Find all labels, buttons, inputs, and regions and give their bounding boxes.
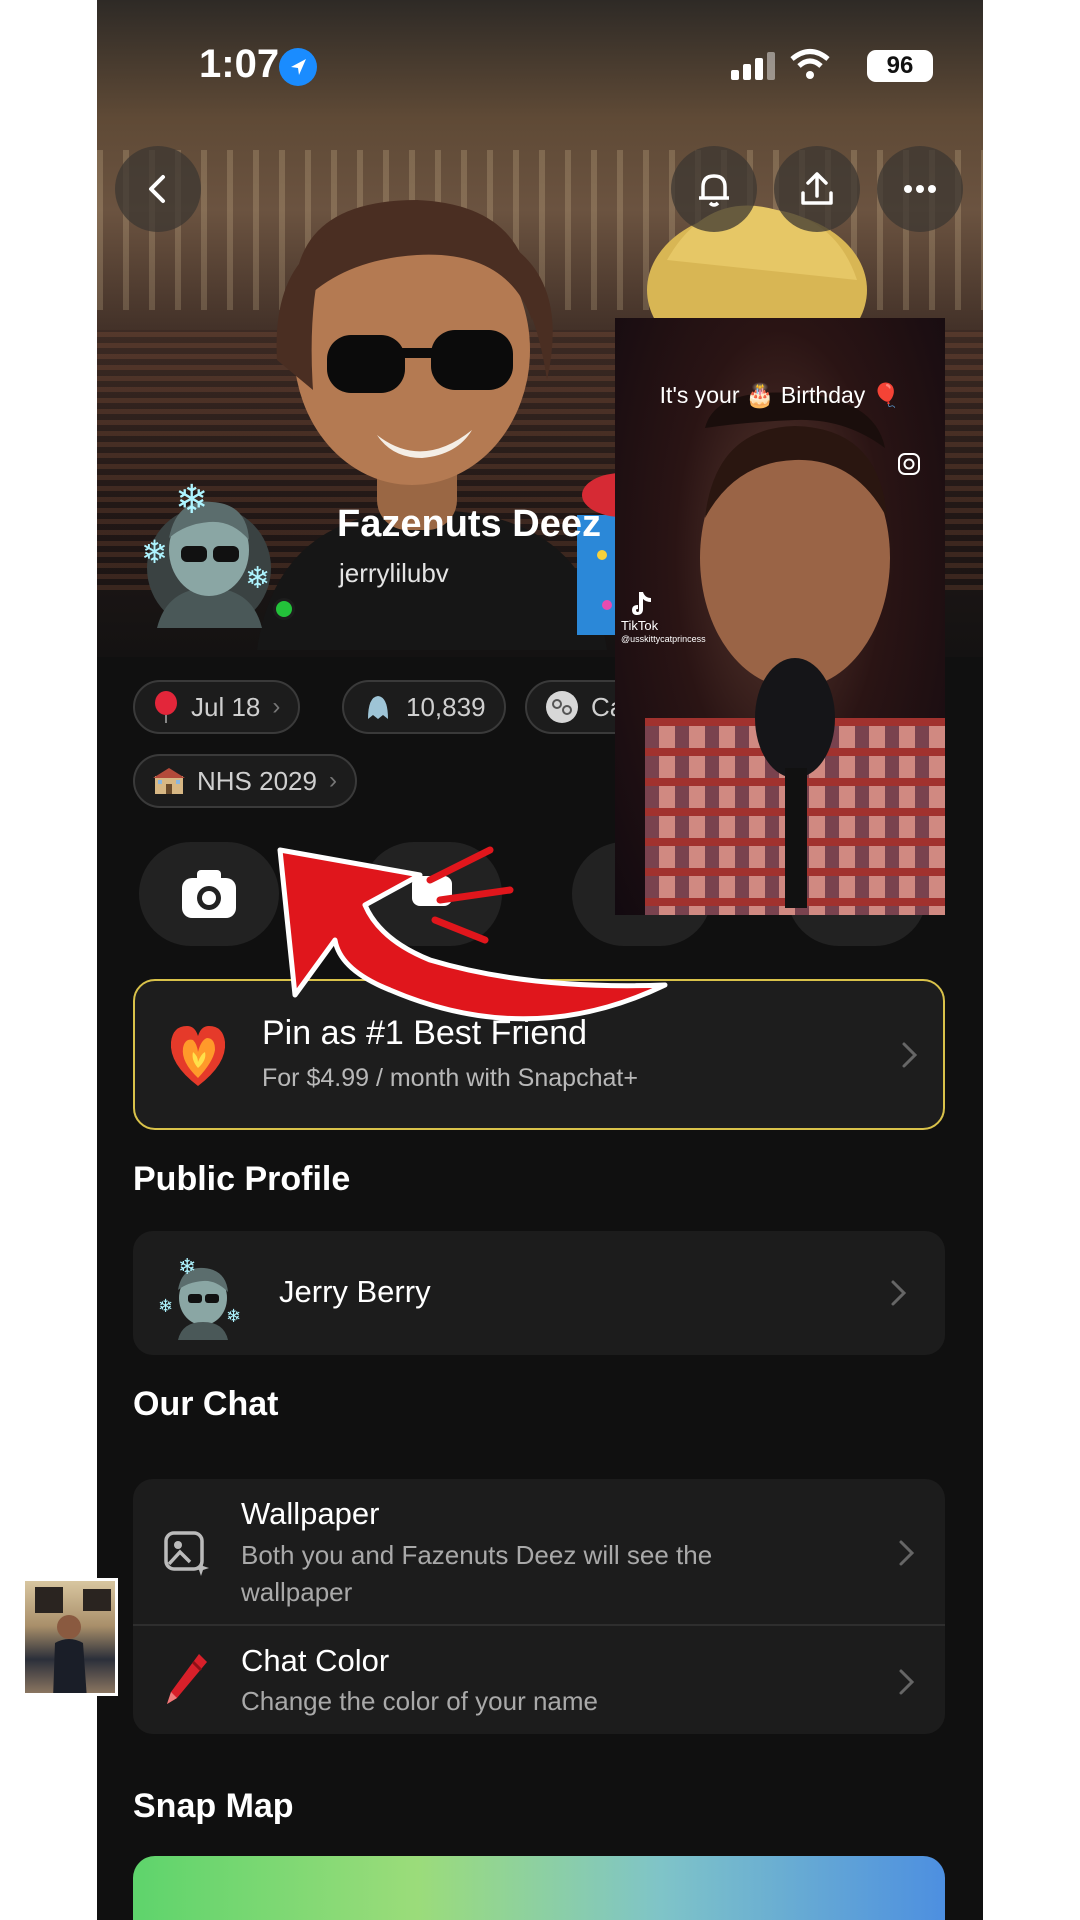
- snap-map-preview[interactable]: [133, 1856, 945, 1920]
- front-camera-person-image: [35, 1587, 111, 1693]
- tiktok-caption: It's your 🎂 Birthday 🎈: [659, 382, 901, 408]
- public-profile-heading: Public Profile: [133, 1160, 351, 1198]
- more-options-button[interactable]: [877, 146, 963, 232]
- red-arrow-annotation: [277, 846, 668, 1022]
- chevron-left-icon: [149, 175, 165, 203]
- snap-score-label: 10,839: [406, 691, 486, 722]
- chevron-right-icon: [899, 1540, 915, 1566]
- profile-username: jerrylilubv: [339, 558, 449, 588]
- school-chip-label: NHS 2029: [197, 765, 317, 796]
- cellular-signal-icon: [731, 52, 775, 80]
- ghost-score-icon: [368, 696, 388, 719]
- svg-text:❄: ❄: [178, 1255, 196, 1280]
- tiktok-video-overlay: It's your 🎂 Birthday 🎈 TikTok @usskittyc…: [615, 318, 945, 915]
- school-chip[interactable]: NHS 2029 ›: [133, 754, 357, 808]
- our-chat-heading: Our Chat: [133, 1385, 279, 1423]
- svg-text:❄: ❄: [245, 561, 270, 596]
- bell-icon: [699, 174, 729, 207]
- chevron-right-icon: [891, 1280, 907, 1306]
- wallpaper-title: Wallpaper: [241, 1496, 380, 1531]
- birthday-chip-label: Jul 18: [191, 691, 261, 722]
- back-button[interactable]: [115, 146, 201, 232]
- svg-text:❄: ❄: [226, 1306, 241, 1327]
- camera-icon: [182, 870, 236, 918]
- chevron-right-icon: [902, 1042, 918, 1068]
- share-button[interactable]: [774, 146, 860, 232]
- snap-map-heading: Snap Map: [133, 1787, 294, 1825]
- svg-text:❄: ❄: [158, 1296, 173, 1317]
- tiktok-logo-icon: [632, 592, 651, 615]
- public-profile-name: Jerry Berry: [279, 1274, 431, 1309]
- svg-text:❄: ❄: [175, 477, 209, 523]
- ellipsis-icon: [904, 185, 936, 193]
- front-camera-preview: [22, 1578, 118, 1696]
- online-status-indicator: [273, 598, 295, 620]
- status-time: 1:07: [199, 42, 280, 86]
- chat-color-title: Chat Color: [241, 1643, 390, 1678]
- wallpaper-image-icon: [164, 1531, 209, 1576]
- school-building-icon: [153, 768, 185, 794]
- chevron-right-icon: [899, 1669, 915, 1695]
- crayon-icon: [167, 1654, 207, 1704]
- tiktok-brand: TikTok: [621, 618, 659, 633]
- instagram-icon: [898, 453, 920, 475]
- profile-display-name: Fazenuts Deez: [337, 503, 601, 545]
- chevron-right-icon: ›: [328, 767, 337, 794]
- tiktok-handle: @usskittycatprincess: [621, 634, 706, 644]
- battery-indicator: 96: [867, 50, 933, 82]
- wifi-icon: [790, 49, 830, 79]
- public-profile-card[interactable]: [133, 1231, 945, 1355]
- svg-text:❄: ❄: [141, 533, 168, 571]
- public-profile-avatar: ❄ ❄ ❄: [158, 1255, 241, 1340]
- profile-bitmoji-avatar[interactable]: ❄ ❄ ❄: [137, 468, 277, 628]
- notifications-button[interactable]: [671, 146, 757, 232]
- location-arrow-icon: [279, 48, 317, 86]
- birthday-chip[interactable]: Jul 18 ›: [133, 680, 301, 734]
- pin-best-friend-subtitle: For $4.99 / month with Snapchat+: [262, 1064, 638, 1092]
- wallpaper-subtitle-line-2: wallpaper: [241, 1577, 353, 1607]
- chevron-right-icon: ›: [272, 693, 281, 720]
- zodiac-cancer-icon: [546, 691, 578, 723]
- fire-heart-icon: [170, 1026, 226, 1086]
- upload-icon: [801, 172, 833, 205]
- wallpaper-subtitle-line-1: Both you and Fazenuts Deez will see the: [241, 1540, 713, 1570]
- snap-score-chip[interactable]: 10,839: [342, 680, 506, 734]
- chat-color-subtitle: Change the color of your name: [241, 1686, 598, 1716]
- send-snap-button[interactable]: [139, 842, 279, 946]
- balloon-icon: [155, 691, 177, 723]
